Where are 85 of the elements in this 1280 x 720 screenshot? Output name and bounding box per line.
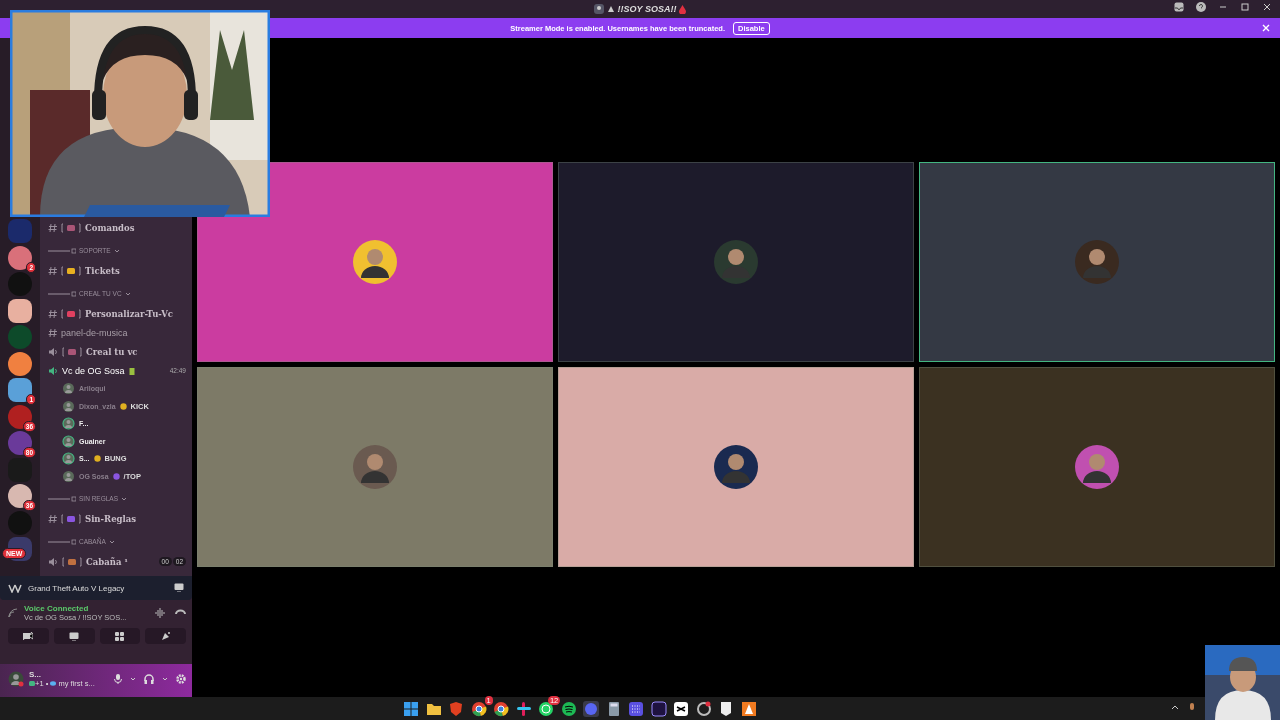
server-icon[interactable] <box>8 378 32 402</box>
user-avatar <box>714 445 758 489</box>
channel-name[interactable]: Sin-Reglas <box>85 513 136 524</box>
maximize-icon[interactable] <box>1240 2 1250 12</box>
screen-share-icon <box>69 631 80 641</box>
divider-dash-icon <box>48 538 76 545</box>
user-avatar <box>1075 445 1119 489</box>
channel-name[interactable]: Creal tu vc <box>86 346 138 357</box>
camera-off-icon <box>23 632 34 640</box>
chrome-app-icon[interactable] <box>492 699 511 718</box>
party-popper-icon <box>160 631 171 641</box>
grid-icon <box>115 631 125 641</box>
microphone-icon[interactable] <box>114 673 122 684</box>
server-icon[interactable] <box>8 351 32 376</box>
tag-emoji-icon <box>119 402 127 410</box>
sound-wave-icon[interactable] <box>155 608 165 618</box>
activities-button[interactable] <box>99 628 141 644</box>
tag-emoji-icon <box>93 455 101 463</box>
screen-share-button[interactable] <box>53 628 95 644</box>
video-tile[interactable] <box>919 162 1275 362</box>
close-icon[interactable] <box>1262 2 1272 12</box>
server-icon[interactable] <box>8 404 32 429</box>
triangle-icon <box>606 5 615 13</box>
capcut-app-icon[interactable] <box>672 699 691 718</box>
hash-icon <box>48 327 57 338</box>
user-avatar <box>714 240 758 284</box>
premiere-app-icon[interactable] <box>649 699 668 718</box>
chevron-up-icon[interactable] <box>1171 703 1179 711</box>
inbox-icon[interactable] <box>1174 2 1184 12</box>
headphones-icon[interactable] <box>144 673 154 684</box>
server-icon[interactable] <box>8 431 32 455</box>
server-icon[interactable] <box>8 298 32 323</box>
camera-off-button[interactable] <box>8 628 49 644</box>
server-icon[interactable] <box>8 245 32 270</box>
slack-app-icon[interactable] <box>514 699 533 718</box>
signal-icon <box>8 608 18 618</box>
microphone-icon[interactable] <box>1189 703 1195 713</box>
windows-app-icon[interactable] <box>402 699 421 718</box>
screen-share-icon[interactable] <box>174 582 184 592</box>
channel-name[interactable]: Personalizar-Tu-Vc <box>85 308 173 319</box>
server-icon[interactable] <box>8 484 32 508</box>
tag-emoji-icon <box>112 472 120 480</box>
divider-dash-icon <box>48 247 76 254</box>
settings-icon[interactable] <box>176 673 186 684</box>
soundboard-button[interactable] <box>145 628 186 644</box>
discord-app-icon[interactable] <box>582 699 601 718</box>
username: S... <box>29 669 42 679</box>
chevron-icon[interactable] <box>113 247 120 254</box>
grid-app-icon[interactable] <box>627 699 646 718</box>
window-title: !!SOY SOSA!! <box>617 4 677 14</box>
drop-icon <box>679 4 687 14</box>
spotify-app-icon[interactable] <box>559 699 578 718</box>
divider-dash-icon <box>48 290 76 297</box>
user-avatar <box>1075 240 1119 284</box>
channel-name[interactable]: panel-de-musica <box>61 327 128 338</box>
game-activity: Grand Theft Auto V Legacy <box>28 583 125 593</box>
hash-icon <box>48 308 57 319</box>
game-app-icon[interactable] <box>694 699 713 718</box>
user-avatar <box>353 445 397 489</box>
hash-icon <box>48 222 57 233</box>
user-avatar <box>353 240 397 284</box>
channel-name[interactable]: Vc de OG Sosa <box>62 365 125 376</box>
server-avatar-icon <box>593 4 604 14</box>
game-icon <box>29 680 35 686</box>
triangle-app-icon[interactable] <box>739 699 758 718</box>
whatsapp-app-icon[interactable] <box>537 699 556 718</box>
battery-emoji-icon <box>128 366 135 375</box>
user-avatar <box>8 670 24 687</box>
chevron-icon[interactable] <box>130 675 136 682</box>
help-icon[interactable] <box>1196 2 1206 12</box>
hash-icon <box>48 513 57 524</box>
speech-bubble-icon <box>50 680 57 686</box>
divider-dash-icon <box>48 495 76 502</box>
chevron-icon[interactable] <box>124 290 131 297</box>
chevron-icon[interactable] <box>162 675 168 682</box>
channel-name[interactable]: Comandos <box>85 222 135 233</box>
disconnect-icon[interactable] <box>175 608 186 616</box>
chevron-icon[interactable] <box>108 538 115 545</box>
channel-name[interactable]: Tickets <box>85 265 120 276</box>
chrome-app-icon[interactable] <box>469 699 488 718</box>
hash-icon <box>48 265 57 276</box>
channel-name[interactable]: Cabaña ¹ <box>86 556 129 567</box>
chevron-icon[interactable] <box>121 495 127 502</box>
connection-status: Voice Connected <box>24 604 90 613</box>
game-logo-icon <box>8 583 22 593</box>
